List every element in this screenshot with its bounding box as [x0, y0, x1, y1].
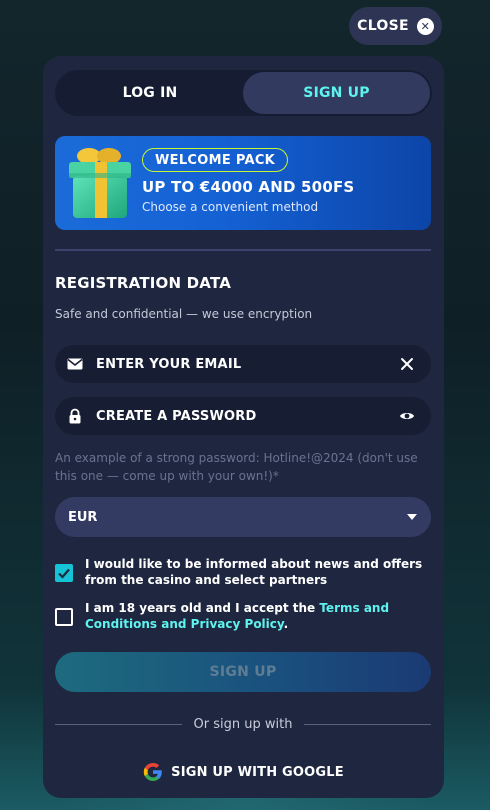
close-button[interactable]: CLOSE ✕	[349, 7, 442, 45]
auth-tabs: LOG IN SIGN UP	[55, 70, 432, 116]
email-input[interactable]	[96, 345, 386, 383]
checkmark-icon	[58, 568, 70, 579]
lock-icon	[69, 408, 81, 424]
tab-log-in[interactable]: LOG IN	[57, 72, 243, 114]
banner-title: UP TO €4000 AND 500FS	[142, 178, 355, 196]
password-input[interactable]	[96, 397, 386, 435]
envelope-icon	[67, 358, 83, 370]
gift-icon	[69, 148, 131, 218]
terms-label-prefix: I am 18 years old and I accept the	[85, 601, 320, 615]
terms-label-suffix: .	[283, 617, 289, 631]
welcome-pack-badge: WELCOME PACK	[142, 148, 289, 172]
terms-consent-checkbox[interactable]	[55, 608, 73, 626]
section-divider	[55, 249, 431, 251]
welcome-banner[interactable]: WELCOME PACK UP TO €4000 AND 500FS Choos…	[55, 136, 431, 230]
currency-select[interactable]: EUR	[55, 497, 431, 537]
caret-down-icon	[407, 514, 417, 520]
close-label: CLOSE	[357, 18, 409, 34]
news-consent-checkbox[interactable]	[55, 564, 73, 582]
registration-subtitle: Safe and confidential — we use encryptio…	[55, 307, 313, 321]
email-field	[55, 345, 431, 383]
currency-value: EUR	[68, 509, 98, 525]
sign-up-button[interactable]: SIGN UP	[55, 652, 431, 692]
close-icon: ✕	[416, 17, 434, 35]
google-sign-up-button[interactable]: SIGN UP WITH GOOGLE	[43, 746, 444, 798]
terms-consent-label: I am 18 years old and I accept the Terms…	[85, 600, 435, 632]
social-divider-text: Or sign up with	[193, 716, 293, 732]
registration-modal: LOG IN SIGN UP WELCOME PACK UP TO €4000 …	[43, 56, 444, 798]
divider-line-right	[304, 723, 432, 725]
divider-line-left	[55, 723, 182, 725]
google-label: SIGN UP WITH GOOGLE	[171, 764, 344, 780]
social-divider: Or sign up with	[55, 715, 432, 733]
eye-icon[interactable]	[399, 408, 415, 424]
news-consent-label: I would like to be informed about news a…	[85, 557, 423, 587]
registration-title: REGISTRATION DATA	[55, 274, 232, 292]
tab-sign-up[interactable]: SIGN UP	[243, 72, 430, 114]
password-hint: An example of a strong password: Hotline…	[55, 451, 418, 483]
password-field	[55, 397, 431, 435]
clear-icon[interactable]	[399, 356, 415, 372]
google-icon	[143, 763, 162, 781]
banner-subtitle: Choose a convenient method	[142, 200, 319, 214]
